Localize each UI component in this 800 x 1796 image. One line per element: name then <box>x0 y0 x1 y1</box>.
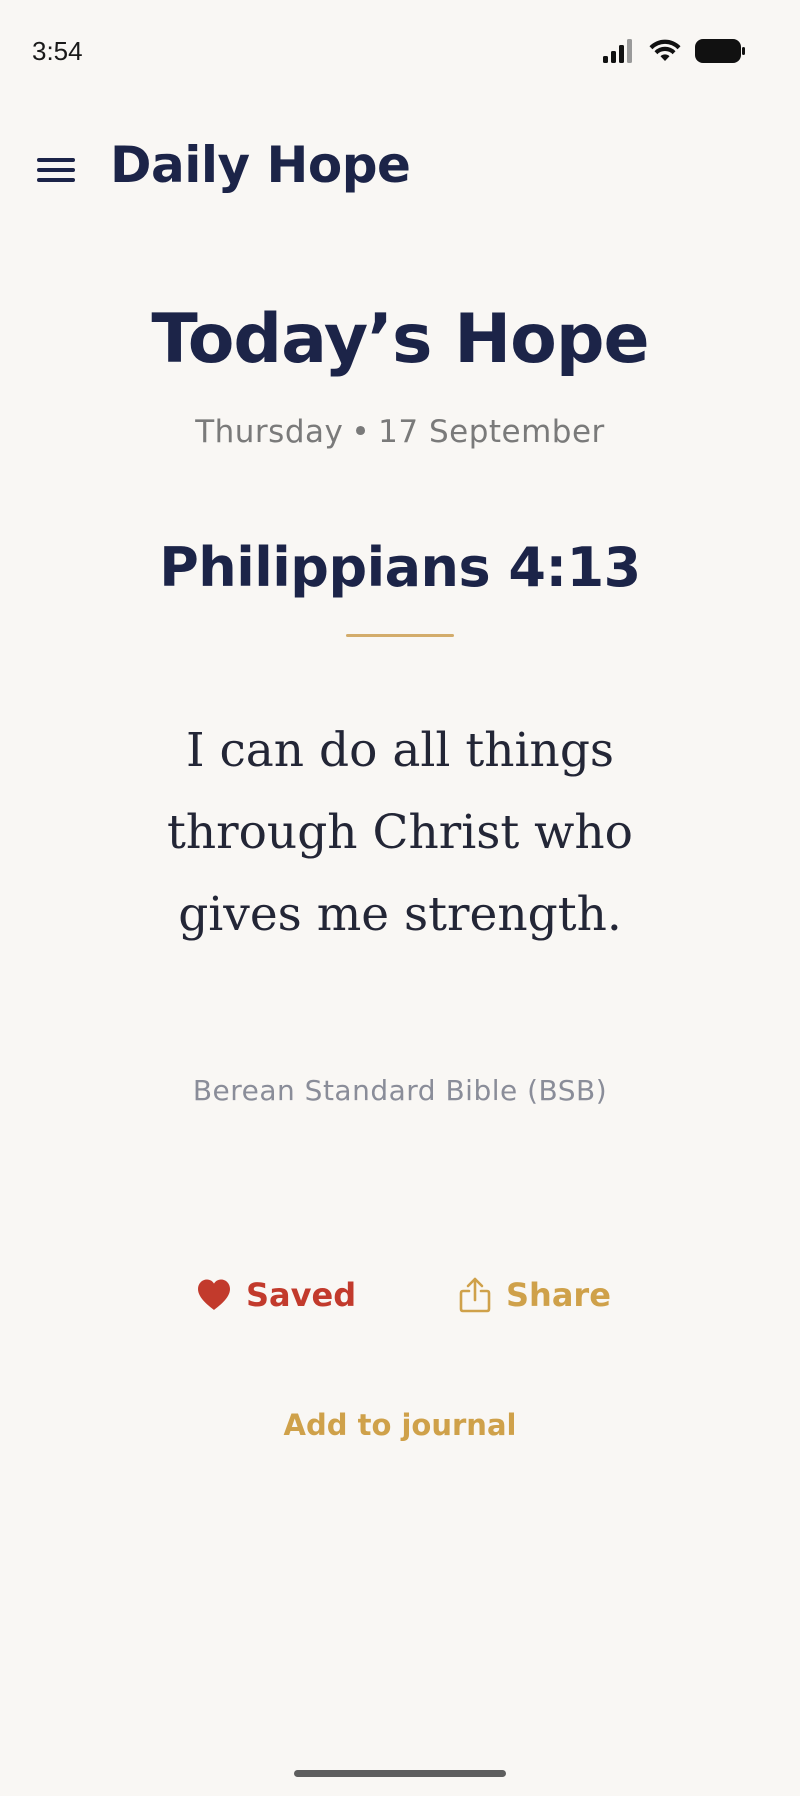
hamburger-menu-icon <box>37 158 75 182</box>
share-label: Share <box>506 1276 611 1314</box>
menu-button[interactable] <box>28 142 84 198</box>
date-separator: • <box>351 414 371 450</box>
status-icons <box>602 38 746 64</box>
saved-label: Saved <box>246 1276 357 1314</box>
saved-button[interactable]: Saved <box>196 1276 356 1314</box>
app-title: Daily Hope <box>110 136 411 194</box>
wifi-icon <box>649 39 681 61</box>
status-time: 3:54 <box>32 36 83 66</box>
date-day: Thursday <box>195 414 344 450</box>
app-header: Daily Hope <box>0 130 800 210</box>
action-bar: Saved Share <box>0 1276 800 1326</box>
cellular-signal-icon <box>603 39 632 63</box>
status-bar: 3:54 <box>0 0 800 100</box>
heart-filled-icon <box>198 1279 230 1310</box>
date-value: 17 September <box>378 414 605 450</box>
share-button[interactable]: Share <box>458 1276 611 1314</box>
verse-text: I can do all things through Christ who g… <box>167 723 633 942</box>
translation-label: Berean Standard Bible (BSB) <box>192 1074 608 1107</box>
date-line: Thursday • 17 September <box>0 414 800 450</box>
divider <box>346 634 454 637</box>
share-icon <box>459 1277 491 1313</box>
page-title: Today’s Hope <box>151 300 649 379</box>
home-indicator[interactable] <box>294 1770 506 1777</box>
verse-reference: Philippians 4:13 <box>159 536 641 599</box>
add-to-journal-link[interactable]: Add to journal <box>0 1408 800 1442</box>
battery-icon <box>695 39 745 63</box>
